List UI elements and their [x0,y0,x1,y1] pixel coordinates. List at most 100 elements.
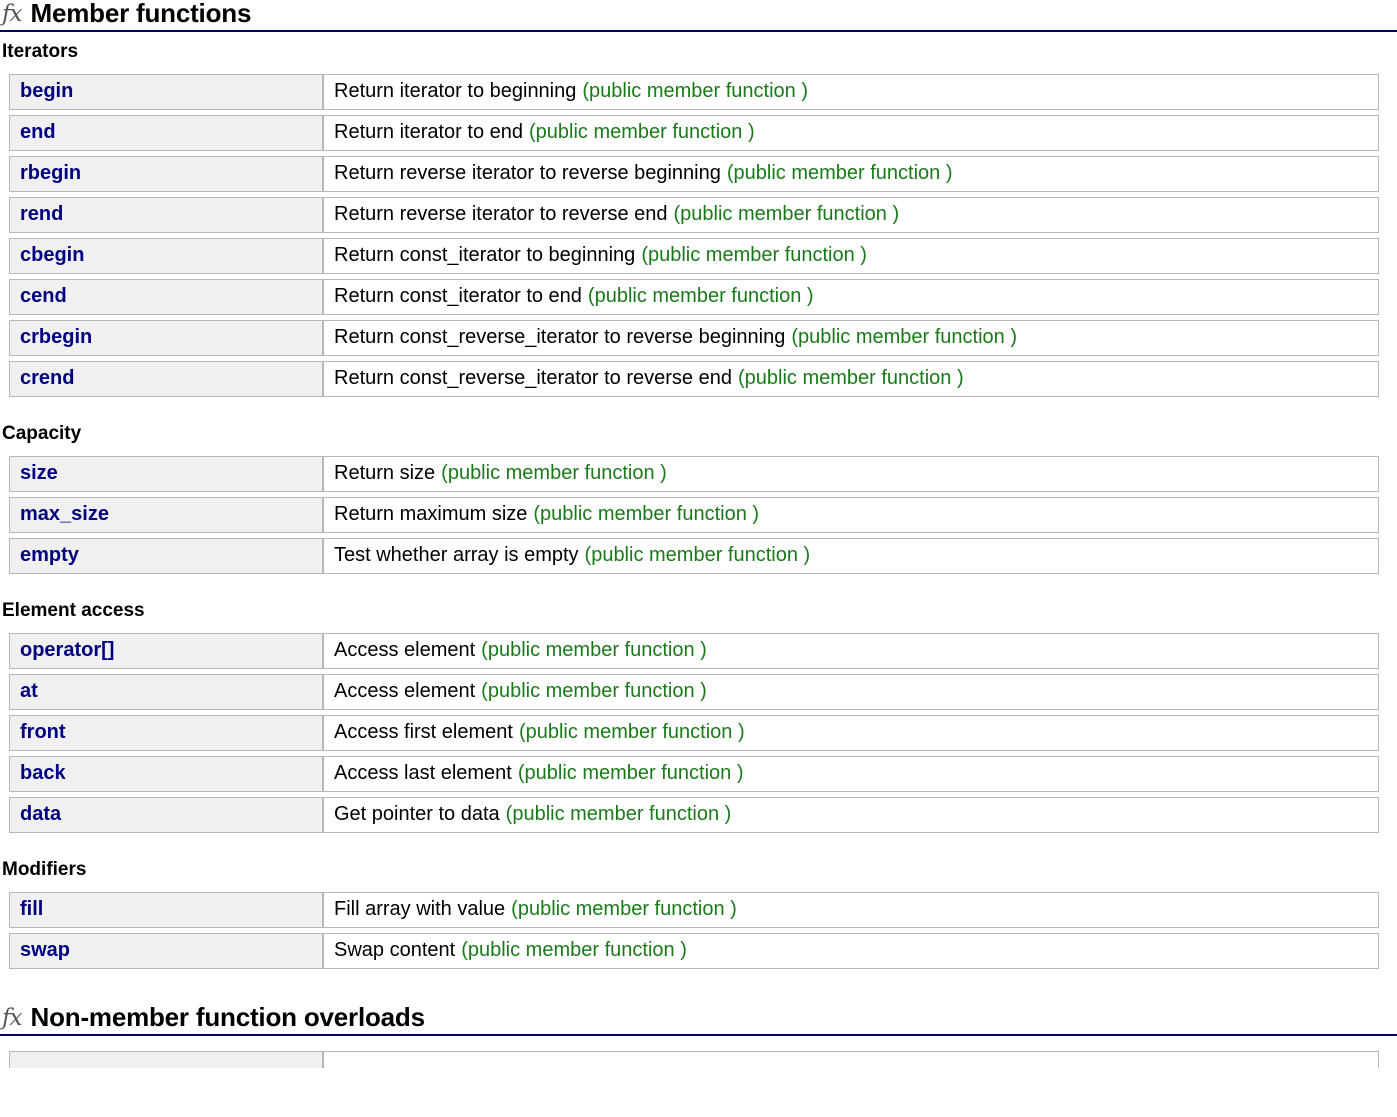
function-name-link[interactable]: operator[] [9,633,323,669]
function-description: Return const_iterator to beginning [334,244,635,266]
table-row: sizeReturn size(public member function ) [9,456,1379,492]
function-name-link[interactable]: at [9,674,323,710]
table-row: front Access first element (public member … [9,715,1379,751]
function-name-link[interactable]: cend [9,279,323,315]
function-description-cell: Access element (public member function ) [323,674,1379,710]
function-kind-label: (public member function ) [506,803,732,825]
function-table: fill Fill array with value (public member … [9,887,1379,974]
function-name-link[interactable]: cbegin [9,238,323,274]
function-description: Access first element [334,721,513,743]
table-row: at Access element (public member function … [9,674,1379,710]
function-description-cell: Return const_reverse_iterator to reverse… [323,320,1379,356]
table-row: cend Return const_iterator to end (public … [9,279,1379,315]
function-name-link[interactable]: max_size [9,497,323,533]
reference-page: ƒx Member functions IteratorsbeginReturn… [0,0,1397,1117]
function-kind-label: (public member function ) [588,285,814,307]
function-kind-label: (public member function ) [529,121,755,143]
function-description: Access element [334,680,475,702]
function-name-link[interactable]: empty [9,538,323,574]
function-description-cell: Return reverse iterator to reverse begin… [323,156,1379,192]
function-name-link[interactable]: crend [9,361,323,397]
function-name-link[interactable]: fill [9,892,323,928]
function-description-cell: Return reverse iterator to reverse end (p… [323,197,1379,233]
table-row: emptyTest whether array is empty(public … [9,538,1379,574]
function-description-cell: Return iterator to end (public member fun… [323,115,1379,151]
function-name-link[interactable]: crbegin [9,320,323,356]
function-kind-label: (public member function ) [727,162,953,184]
group-heading: Modifiers [2,860,1397,881]
function-kind-label: (public member function ) [582,80,808,102]
table-row: begin Return iterator to beginning (public… [9,74,1379,110]
fx-icon: ƒx [2,1007,22,1030]
function-name-link[interactable] [9,1051,323,1068]
function-name-link[interactable]: back [9,756,323,792]
function-kind-label: (public member function ) [481,639,707,661]
function-kind-label: (public member function ) [641,244,867,266]
function-kind-label: (public member function ) [738,367,964,389]
member-functions-header: ƒx Member functions [0,0,1397,32]
function-table: begin Return iterator to beginning (public… [9,69,1379,402]
table-row: max_size Return maximum size (public membe… [9,497,1379,533]
function-group: Modifiers fill Fill array with value (publi… [0,860,1397,974]
function-kind-label: (public member function ) [511,898,737,920]
function-description: Return maximum size [334,503,527,525]
function-kind-label: (public member function ) [533,503,759,525]
function-description-cell: Return const_iterator to beginning (publi… [323,238,1379,274]
function-description: Return const_iterator to end [334,285,582,307]
function-description: Return reverse iterator to reverse begin… [334,162,721,184]
function-description: Access last element [334,762,512,784]
function-description-cell [323,1051,1379,1068]
table-row: swap Swap content (public member function … [9,933,1379,969]
function-kind-label: (public member function ) [519,721,745,743]
page-title: Member functions [31,0,252,27]
function-name-link[interactable]: rbegin [9,156,323,192]
table-row: crbeginReturn const_reverse_iterator to … [9,320,1379,356]
table-row: crend Return const_reverse_iterator to re… [9,361,1379,397]
function-kind-label: (public member function ) [461,939,687,961]
function-kind-label: (public member function ) [674,203,900,225]
table-row: dataGet pointer to data(public member fu… [9,797,1379,833]
group-heading: Iterators [2,42,1397,63]
function-description: Return iterator to end [334,121,523,143]
function-name-link[interactable]: size [9,456,323,492]
fx-icon: ƒx [2,3,22,26]
function-description-cell: Swap content (public member function ) [323,933,1379,969]
function-description-cell: Access first element (public member funct… [323,715,1379,751]
function-description: Return const_reverse_iterator to reverse… [334,367,732,389]
function-description-cell: Return size(public member function ) [323,456,1379,492]
member-function-groups: Iterators begin Return iterator to beginni… [0,42,1397,974]
function-kind-label: (public member function ) [518,762,744,784]
function-name-link[interactable]: begin [9,74,323,110]
section-spacer [0,974,1397,1004]
function-name-link[interactable]: rend [9,197,323,233]
function-description-cell: Access element (public member function ) [323,633,1379,669]
table-row: operator[] Access element (public member f… [9,633,1379,669]
function-name-link[interactable]: front [9,715,323,751]
table-row: back Access last element (public member fu… [9,756,1379,792]
function-description: Return size [334,462,435,484]
table-row: fill Fill array with value (public member … [9,892,1379,928]
function-description-cell: Return const_iterator to end (public memb… [323,279,1379,315]
function-description: Test whether array is empty [334,544,579,566]
table-row [9,1051,1379,1068]
function-table: sizeReturn size(public member function )… [9,451,1379,579]
function-description: Fill array with value [334,898,505,920]
group-heading: Element access [2,601,1397,622]
function-description-cell: Access last element (public member functi… [323,756,1379,792]
function-name-link[interactable]: end [9,115,323,151]
non-member-functions-header: ƒx Non-member function overloads [0,1004,1397,1036]
group-heading: Capacity [2,424,1397,445]
function-group: Iterators begin Return iterator to beginni… [0,42,1397,402]
function-description: Return reverse iterator to reverse end [334,203,668,225]
function-name-link[interactable]: data [9,797,323,833]
function-description: Access element [334,639,475,661]
function-group: Element access operator[] Access element (p… [0,601,1397,838]
table-row: cbeginReturn const_iterator to beginning… [9,238,1379,274]
function-description-cell: Return const_reverse_iterator to reverse… [323,361,1379,397]
function-description: Return iterator to beginning [334,80,576,102]
non-member-functions-table-wrap [0,1046,1397,1068]
function-description-cell: Fill array with value (public member func… [323,892,1379,928]
function-name-link[interactable]: swap [9,933,323,969]
function-description: Swap content [334,939,455,961]
function-kind-label: (public member function ) [481,680,707,702]
